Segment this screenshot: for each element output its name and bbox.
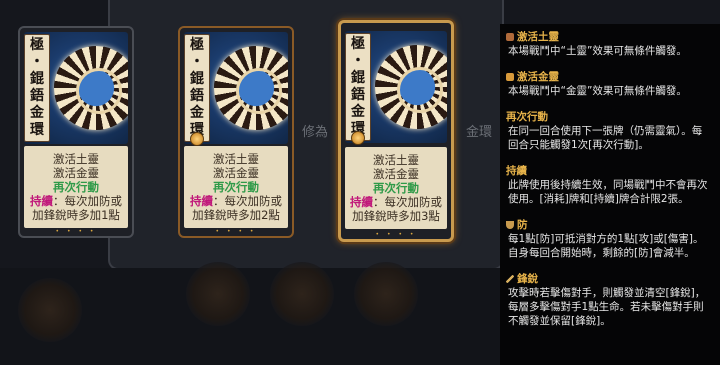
tooltip-entry-act-again: 再次行動 在同一回合使用下一張牌（仍需靈氣）。每回合只能觸發1次[再次行動]。 [506,111,703,151]
gold-spirit-icon [506,73,514,81]
tooltip-entry-sharpness: 鋒銳 攻擊時若擊傷對手，則觸發並清空[鋒銳]，每層多擊傷對手1點生命。若未擊傷對… [506,273,706,327]
gem-icon [190,132,204,146]
effect-gold: 激活金靈 [213,166,259,180]
background-title-left: 修為 [302,125,329,140]
golden-ring-art-icon [54,46,128,130]
card-name: 極・錕鋙金環 [184,34,210,142]
card-description: 激活土靈 激活金靈 再次行動 持續：每次加防或 加鋒銳時多加1點 [24,146,128,228]
tooltip-entry-earth: 激活土靈 本場戰鬥中“土靈”效果可無條件觸發。 [506,31,687,57]
effect-act-again: 再次行動 [213,180,259,194]
card-level-1[interactable]: 極・錕鋙金環 激活土靈 激活金靈 再次行動 持續：每次加防或 加鋒銳時多加1點 … [18,26,134,238]
effect-gold: 激活金靈 [53,166,99,180]
card-level-dots: • • • • [55,228,97,235]
golden-ring-art-icon [375,45,447,129]
tooltip-entry-sustain: 持續 此牌使用後持續生效，同場戰鬥中不會再次使用。[消耗]牌和[持續]牌合計限2… [506,165,708,205]
background-card-slot [270,262,334,326]
effect-earth: 激活土靈 [53,152,99,166]
effect-sustain-detail: 加鋒銳時多加3點 [352,209,440,223]
earth-spirit-icon [506,33,514,41]
background-card-slot [354,262,418,326]
keyword-tooltip: 激活土靈 本場戰鬥中“土靈”效果可無條件觸發。 激活金靈 本場戰鬥中“金靈”效果… [500,24,720,365]
effect-sustain-detail: 加鋒銳時多加2點 [192,208,280,222]
gem-icon [351,131,365,145]
shield-icon [506,221,514,229]
effect-sustain: 持續：每次加防或 [30,194,122,208]
effect-gold: 激活金靈 [373,167,419,181]
effect-act-again: 再次行動 [373,181,419,195]
background-card-slot [186,262,250,326]
card-description: 激活土靈 激活金靈 再次行動 持續：每次加防或 加鋒銳時多加3點 [345,147,447,229]
tooltip-entry-gold: 激活金靈 本場戰鬥中“金靈”效果可無條件觸發。 [506,71,687,97]
card-name: 極・錕鋙金環 [24,34,50,142]
tooltip-entry-defense: 防 每1點[防]可抵消對方的1點[攻]或[傷害]。自身每回合開始時，剩餘的[防]… [506,219,704,259]
background-title-right: 金環 [466,125,493,140]
background-card-slot [18,278,82,342]
golden-ring-art-icon [214,46,288,130]
effect-sustain-detail: 加鋒銳時多加1點 [32,208,120,222]
effect-sustain: 持續：每次加防或 [190,194,282,208]
effect-earth: 激活土靈 [373,153,419,167]
card-name: 極・錕鋙金環 [345,33,371,141]
effect-earth: 激活土靈 [213,152,259,166]
card-level-dots: • • • • [215,228,257,235]
card-level-2[interactable]: 極・錕鋙金環 激活土靈 激活金靈 再次行動 持續：每次加防或 加鋒銳時多加2點 … [178,26,294,238]
effect-act-again: 再次行動 [53,180,99,194]
card-level-3[interactable]: 極・錕鋙金環 激活土靈 激活金靈 再次行動 持續：每次加防或 加鋒銳時多加3點 … [338,20,454,242]
card-level-dots: • • • • [375,231,417,238]
blade-icon [506,275,514,283]
effect-sustain: 持續：每次加防或 [350,195,442,209]
card-description: 激活土靈 激活金靈 再次行動 持續：每次加防或 加鋒銳時多加2點 [184,146,288,228]
